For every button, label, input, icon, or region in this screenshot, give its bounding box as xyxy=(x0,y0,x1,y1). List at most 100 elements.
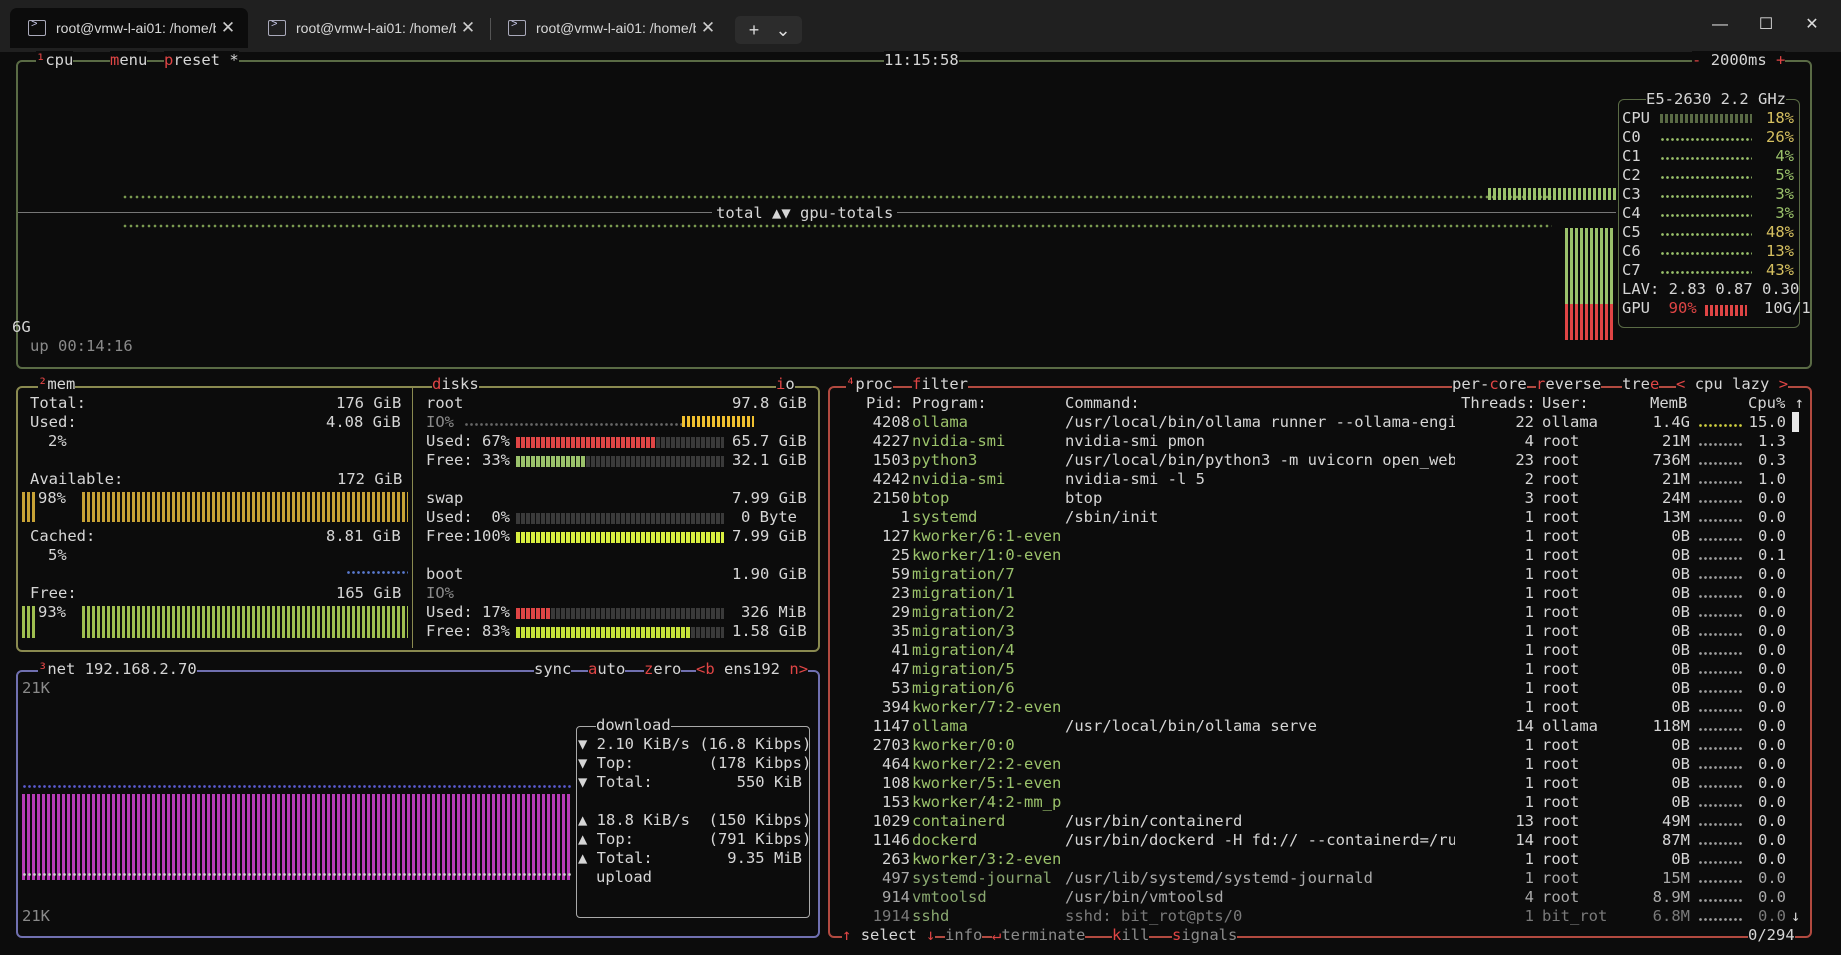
close-tab-icon[interactable]: ✕ xyxy=(696,18,720,38)
cell-threads: 14 xyxy=(1515,717,1534,735)
proc-header-cpu[interactable]: Cpu% ↑ xyxy=(1748,394,1804,413)
disk-boot-io-label: IO% xyxy=(426,584,454,602)
cell-threads: 4 xyxy=(1524,888,1534,906)
disks-title[interactable]: disks xyxy=(432,375,479,394)
cell-command: /usr/bin/containerd xyxy=(1065,812,1243,830)
disks-io-toggle[interactable]: io xyxy=(776,375,795,394)
cell-program: kworker/3:2-even xyxy=(912,850,1062,868)
cpu-core-label: C0 xyxy=(1622,128,1641,146)
cell-cpu: 0.0 xyxy=(1758,774,1786,792)
net-sync-toggle[interactable]: sync xyxy=(534,660,572,679)
proc-sort-selector[interactable]: < cpu lazy > xyxy=(1676,375,1789,394)
close-window-button[interactable]: ✕ xyxy=(1789,10,1835,40)
proc-filter-button[interactable]: filter xyxy=(912,375,969,394)
mem-used-pct: 2% xyxy=(48,432,67,450)
close-tab-icon[interactable]: ✕ xyxy=(216,18,240,38)
proc-header-threads[interactable]: Threads: xyxy=(1461,394,1536,413)
proc-per-core-toggle[interactable]: per-core xyxy=(1452,375,1527,394)
net-interface-selector[interactable]: <b ens192 n> xyxy=(696,660,809,679)
cell-program: ollama xyxy=(912,717,968,735)
cpu-sparkline xyxy=(1698,841,1742,845)
cell-threads: 1 xyxy=(1524,698,1534,716)
cell-cpu: 0.0 xyxy=(1758,565,1786,583)
cpu-panel-title[interactable]: ¹cpu xyxy=(36,51,74,70)
cpu-preset-button[interactable]: preset * xyxy=(164,51,239,70)
gpu-graph-recent xyxy=(1565,228,1615,304)
cpu-sparkline xyxy=(1698,784,1742,788)
proc-footer-info[interactable]: info xyxy=(945,926,983,945)
cpu-sparkline xyxy=(1698,670,1742,674)
cell-cpu: 0.0 xyxy=(1758,812,1786,830)
mem-panel-title[interactable]: ²mem xyxy=(38,375,76,394)
cell-program: python3 xyxy=(912,451,978,469)
proc-header-pid[interactable]: Pid: xyxy=(866,394,903,413)
cell-cpu: 0.0 xyxy=(1758,489,1786,507)
cell-threads: 4 xyxy=(1524,432,1534,450)
minimize-button[interactable]: — xyxy=(1697,10,1743,40)
proc-header-command[interactable]: Command: xyxy=(1065,394,1140,413)
mem-free-graph-edge xyxy=(22,606,36,638)
cell-threads: 1 xyxy=(1524,546,1534,564)
uptime: up 00:14:16 xyxy=(30,337,133,355)
disk-root-used-label: Used: 67% xyxy=(426,432,510,450)
cell-cpu: 0.0 xyxy=(1758,907,1786,925)
maximize-button[interactable]: ☐ xyxy=(1743,10,1789,40)
mem-total-value: 176 GiB xyxy=(336,394,402,412)
tab-2[interactable]: root@vmw-l-ai01: /home/bit_r ✕ xyxy=(250,8,488,48)
proc-header-program[interactable]: Program: xyxy=(912,394,987,413)
cell-mem: 1.4G xyxy=(1652,413,1690,431)
cpu-core-meter xyxy=(1660,156,1752,160)
mem-cached-label: Cached: xyxy=(30,527,96,545)
cell-threads: 1 xyxy=(1524,793,1534,811)
disk-root-size: 97.8 GiB xyxy=(732,394,807,412)
proc-reverse-toggle[interactable]: reverse xyxy=(1536,375,1602,394)
cell-program: migration/4 xyxy=(912,641,1015,659)
cpu-sparkline xyxy=(1698,423,1742,427)
cpu-sparkline xyxy=(1698,898,1742,902)
cell-program: kworker/1:0-even xyxy=(912,546,1062,564)
proc-footer-select[interactable]: ↑ select ↓ xyxy=(842,926,936,945)
proc-panel-title[interactable]: ⁴proc xyxy=(846,375,893,394)
cell-cpu: 0.0 xyxy=(1758,584,1786,602)
cell-user: root xyxy=(1542,432,1580,450)
tab-3[interactable]: root@vmw-l-ai01: /home/bit_r ✕ xyxy=(490,8,728,48)
cpu-menu-button[interactable]: menu xyxy=(110,51,148,70)
cpu-graph-label[interactable]: total ▲▼ gpu-totals xyxy=(712,204,898,223)
proc-footer-kill[interactable]: kill xyxy=(1112,926,1150,945)
close-tab-icon[interactable]: ✕ xyxy=(456,18,480,38)
update-interval[interactable]: - 2000ms + xyxy=(1692,51,1786,70)
mem-free-pct: 93% xyxy=(38,603,66,621)
cell-mem: 49M xyxy=(1662,812,1690,830)
proc-scrollbar-thumb[interactable] xyxy=(1792,412,1799,432)
cell-pid: 1503 xyxy=(872,451,910,469)
cpu-core-meter xyxy=(1660,213,1752,217)
cell-threads: 1 xyxy=(1524,508,1534,526)
disk-boot-used-meter xyxy=(516,608,724,619)
proc-header-mem[interactable]: MemB xyxy=(1650,394,1687,413)
cell-threads: 13 xyxy=(1515,812,1534,830)
cpu-sparkline xyxy=(1698,727,1742,731)
cell-cpu: 0.0 xyxy=(1758,508,1786,526)
tab-1[interactable]: root@vmw-l-ai01: /home/bit_ ✕ xyxy=(10,8,248,48)
cell-command: /sbin/init xyxy=(1065,508,1159,526)
cell-user: root xyxy=(1542,774,1580,792)
cell-program: migration/7 xyxy=(912,565,1015,583)
cell-cpu: 0.0 xyxy=(1758,527,1786,545)
net-panel-title[interactable]: ³net 192.168.2.70 xyxy=(38,660,197,679)
cell-threads: 1 xyxy=(1524,755,1534,773)
cpu-core-label: CPU xyxy=(1622,109,1650,127)
proc-header-user[interactable]: User: xyxy=(1542,394,1589,413)
proc-tree-toggle[interactable]: tree xyxy=(1622,375,1660,394)
proc-footer-signals[interactable]: signals xyxy=(1172,926,1238,945)
net-zero-toggle[interactable]: zero xyxy=(644,660,682,679)
cpu-sparkline xyxy=(1698,594,1742,598)
cell-mem: 0B xyxy=(1671,584,1690,602)
cpu-core-meter xyxy=(1660,114,1752,123)
net-auto-toggle[interactable]: auto xyxy=(588,660,626,679)
disk-swap-free-label: Free:100% xyxy=(426,527,510,545)
proc-footer-terminate[interactable]: ↵terminate xyxy=(992,926,1086,945)
tab-dropdown-button[interactable]: ⌄ xyxy=(764,16,802,44)
cell-user: root xyxy=(1542,527,1580,545)
scroll-down-icon[interactable]: ↓ xyxy=(1791,907,1800,926)
cell-pid: 41 xyxy=(891,641,910,659)
